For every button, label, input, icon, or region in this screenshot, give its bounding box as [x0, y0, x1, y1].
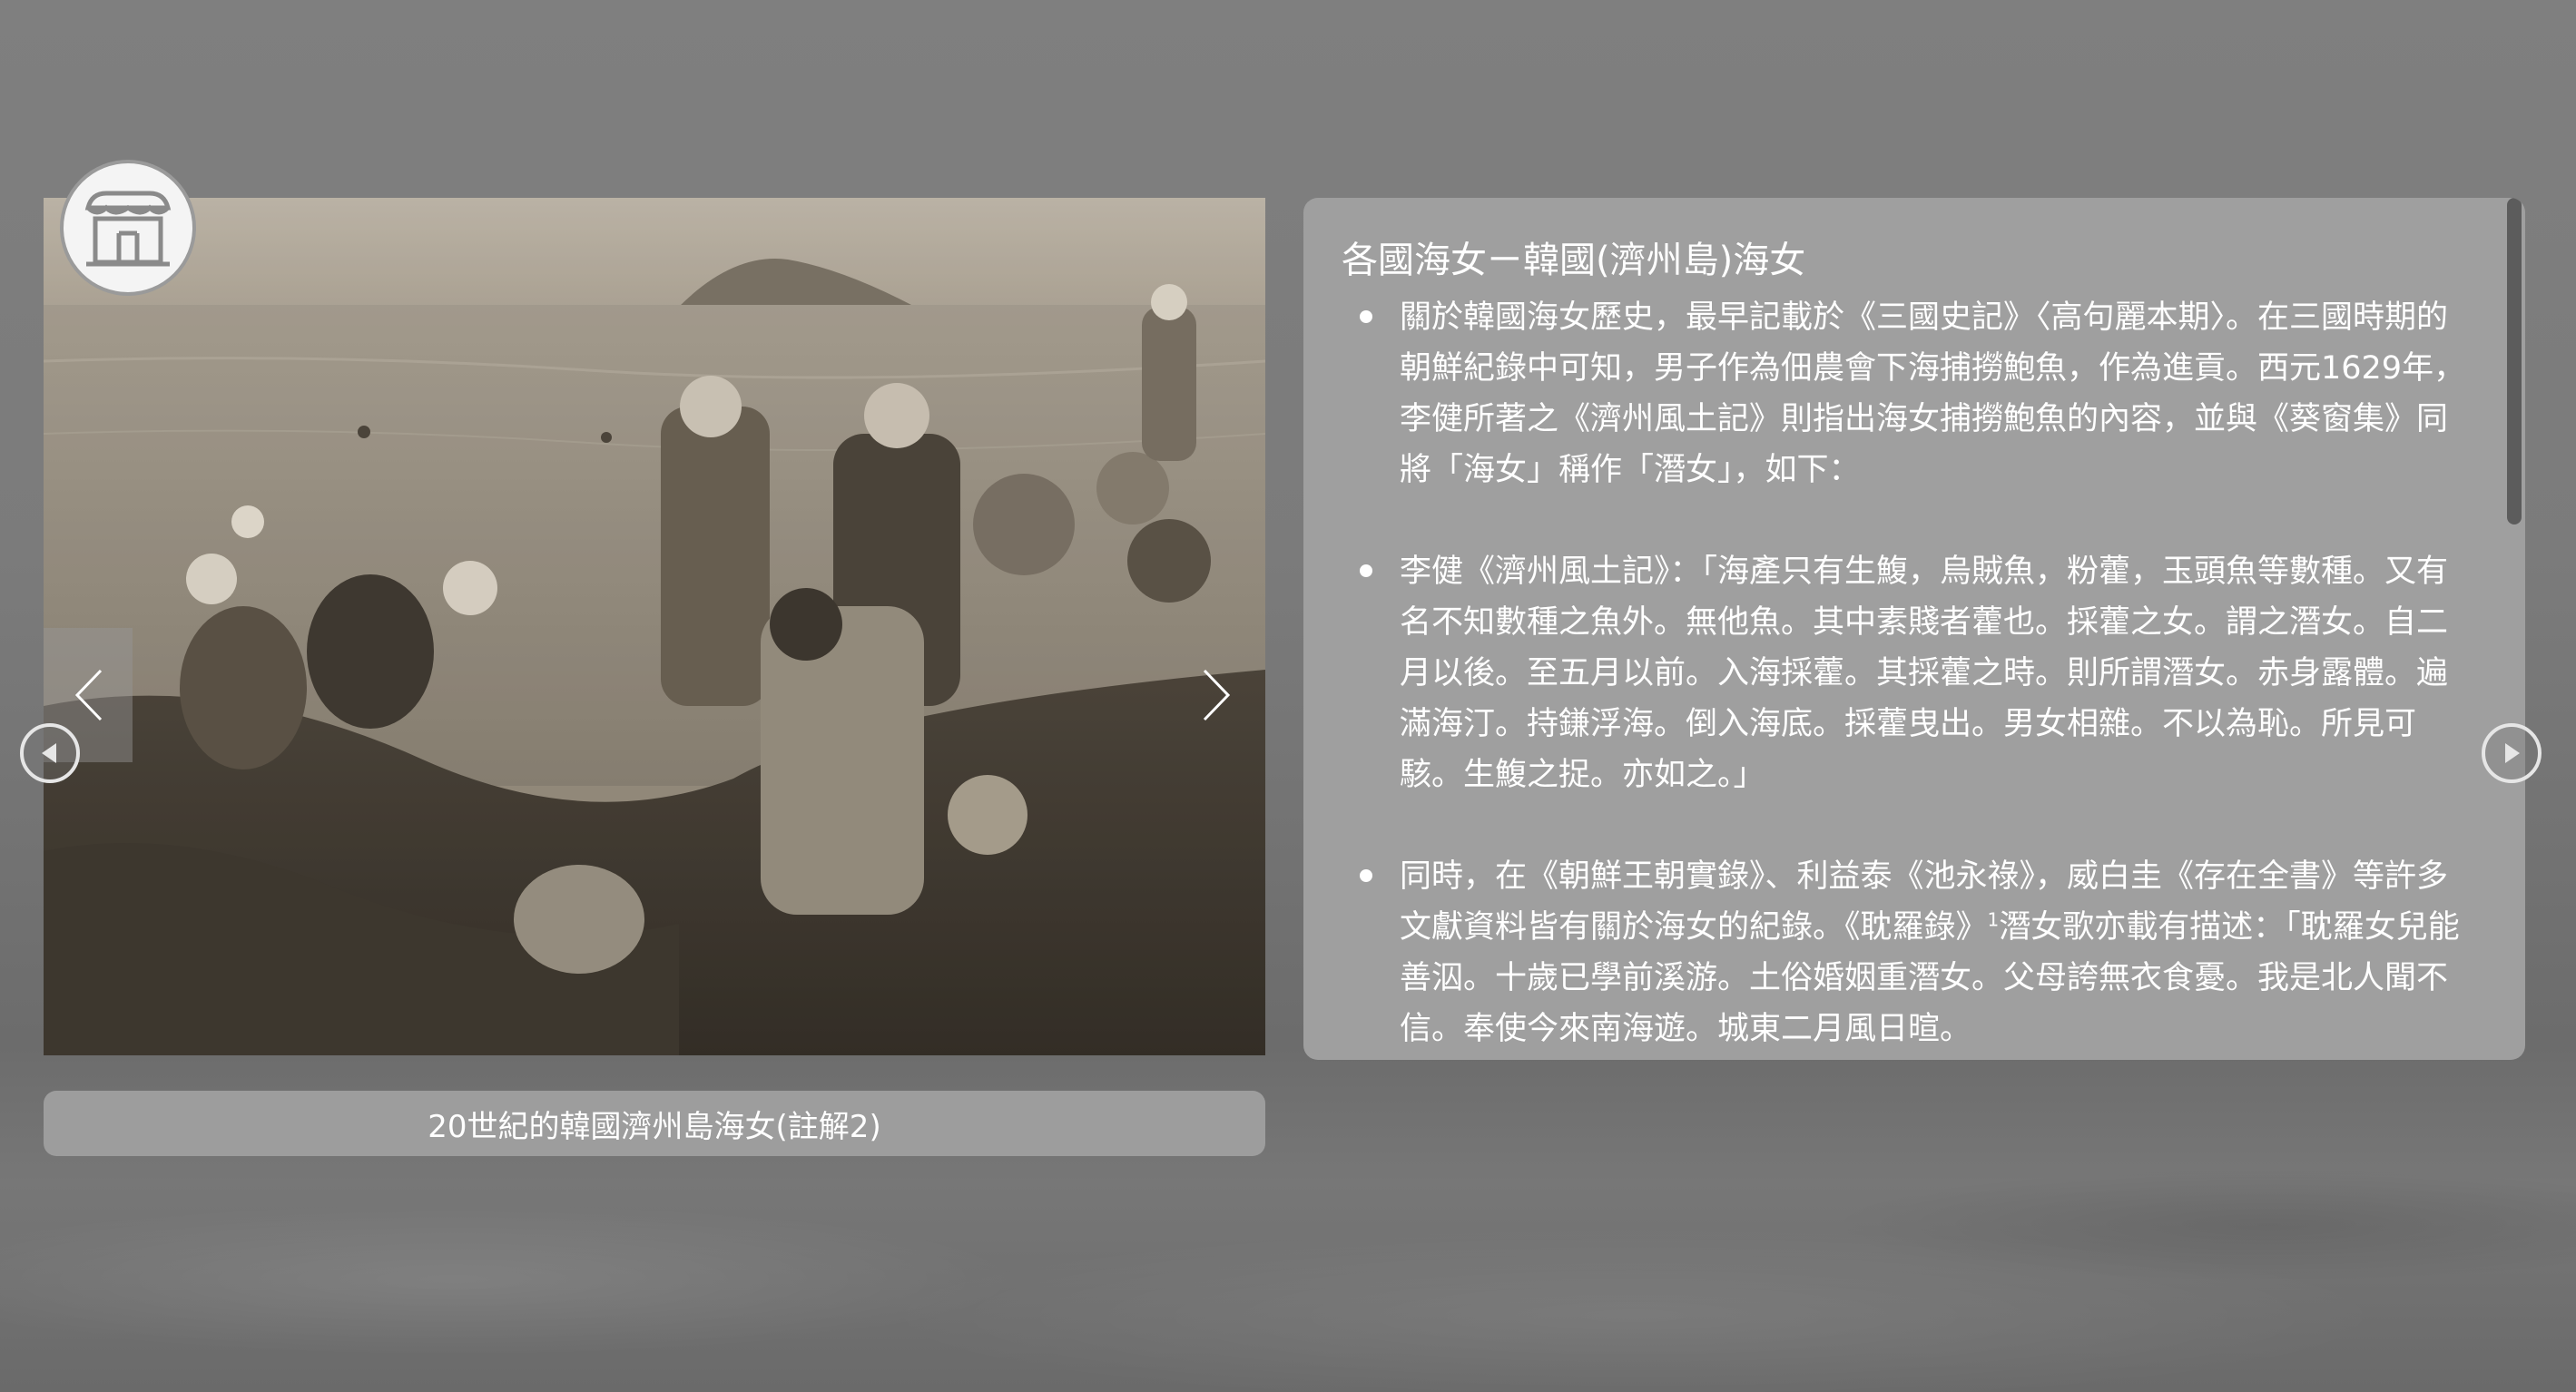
bullet-icon: [1360, 869, 1372, 882]
article-scrollbar[interactable]: [2505, 198, 2525, 1060]
list-item: 同時，在《朝鮮王朝實錄》、利益泰《池永祿》，威白圭《存在全書》等許多文獻資料皆有…: [1342, 851, 2467, 1054]
photo-caption-text: 20世紀的韓國濟州島海女(註解2): [428, 1108, 881, 1145]
article-content: 各國海女ㄧ韓國(濟州島)海女 關於韓國海女歷史，最早記載於《三國史記》〈高句麗本…: [1342, 234, 2467, 1060]
previous-page-button[interactable]: [20, 723, 80, 783]
bullet-icon: [1360, 564, 1372, 577]
paragraph-text: 關於韓國海女歷史，最早記載於《三國史記》〈高句麗本期〉。在三國時期的朝鮮紀錄中可…: [1400, 299, 2466, 488]
historical-photo: [44, 198, 1265, 1055]
chevron-right-icon: [1203, 669, 1231, 721]
storefront-icon: [84, 191, 172, 267]
next-page-button[interactable]: [2482, 723, 2542, 783]
list-item: 關於韓國海女歷史，最早記載於《三國史記》〈高句麗本期〉。在三國時期的朝鮮紀錄中可…: [1342, 292, 2467, 495]
circle-arrow-left-icon: [42, 743, 56, 763]
scrollbar-thumb[interactable]: [2507, 198, 2522, 524]
store-badge[interactable]: [60, 160, 196, 296]
circle-arrow-right-icon: [2505, 743, 2520, 763]
article-title: 各國海女ㄧ韓國(濟州島)海女: [1342, 240, 1806, 281]
photo-next-button[interactable]: [1173, 628, 1262, 762]
footnote-marker[interactable]: 1: [1988, 908, 2000, 930]
bullet-icon: [1360, 310, 1372, 323]
paragraph-text: 李健《濟州風土記》：「海產只有生鰒，烏賊魚，粉藿，玉頭魚等數種。又有名不知數種之…: [1400, 554, 2449, 793]
chevron-left-icon: [74, 669, 103, 721]
photo-caption: 20世紀的韓國濟州島海女(註解2): [44, 1091, 1265, 1156]
list-item: 李健《濟州風土記》：「海產只有生鰒，烏賊魚，粉藿，玉頭魚等數種。又有名不知數種之…: [1342, 546, 2467, 800]
gallery-photo: [44, 198, 1265, 1055]
article-paragraph-list: 關於韓國海女歷史，最早記載於《三國史記》〈高句麗本期〉。在三國時期的朝鮮紀錄中可…: [1342, 292, 2467, 1054]
article-panel[interactable]: 各國海女ㄧ韓國(濟州島)海女 關於韓國海女歷史，最早記載於《三國史記》〈高句麗本…: [1303, 198, 2525, 1060]
